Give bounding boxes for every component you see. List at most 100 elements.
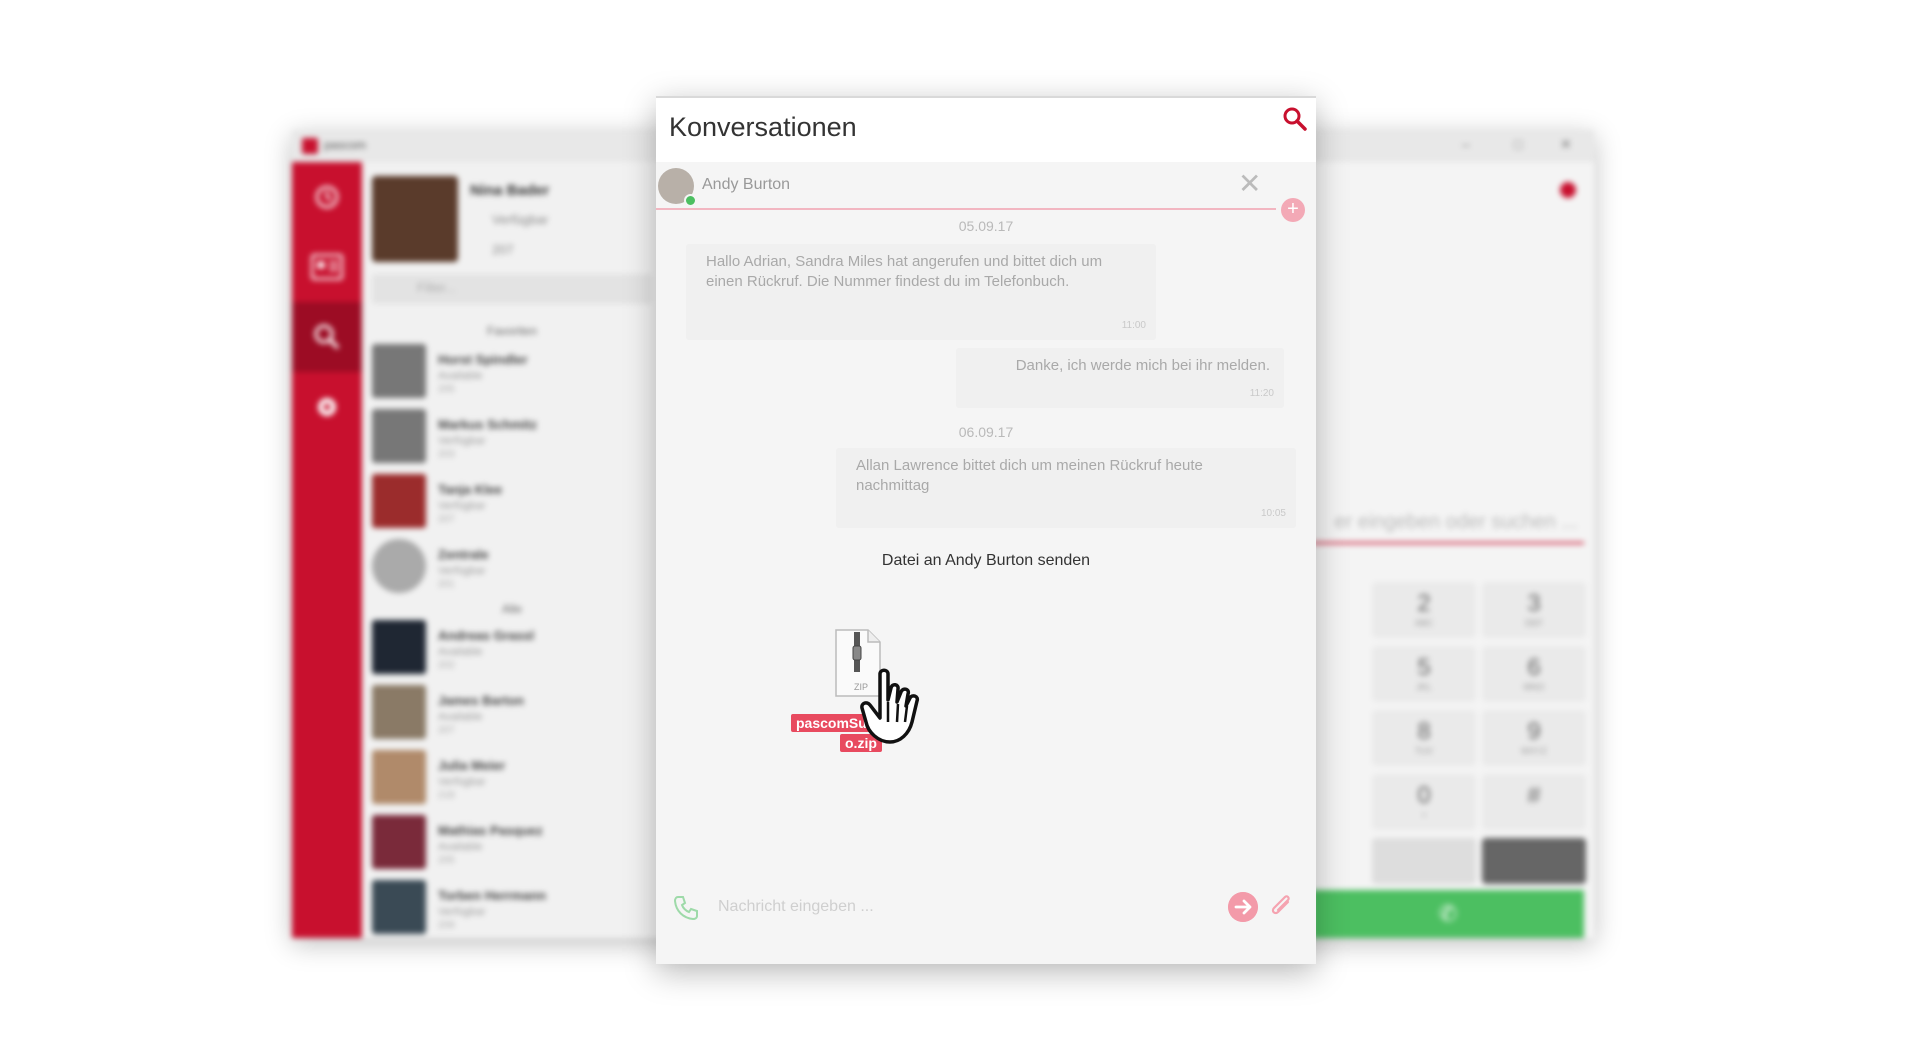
key-letters: ABC [1414, 618, 1434, 628]
avatar [372, 685, 426, 739]
contact-ext: 207 [438, 514, 455, 525]
contact-name: Julia Meier [438, 758, 506, 773]
contact-status: Verfügbar [438, 435, 486, 447]
dialer-input[interactable]: er eingeben oder suchen ... [1312, 502, 1584, 544]
dial-key-6[interactable]: 6 MNO [1482, 646, 1586, 702]
key-letters: JKL [1416, 682, 1432, 692]
profile-name: Nina Bader [470, 182, 550, 199]
key-letters: WXYZ [1521, 746, 1547, 756]
contact-item[interactable]: Julia Meier Verfügbar 218 [372, 750, 652, 808]
avatar [372, 750, 426, 804]
key-digit: 9 [1527, 718, 1541, 745]
dial-key-8[interactable]: 8 TUV [1372, 710, 1476, 766]
dial-key-hash[interactable]: # [1482, 774, 1586, 830]
close-icon[interactable]: ✕ [1238, 170, 1261, 198]
rail-search-button[interactable] [292, 302, 362, 372]
contact-item[interactable]: Mathias Pasquez Available 205 [372, 815, 652, 873]
contact-ext: 205 [438, 384, 455, 395]
contact-name: Zentrale [438, 547, 489, 562]
dialer-action-button[interactable] [1372, 838, 1476, 884]
key-digit: 8 [1417, 718, 1431, 745]
contact-item[interactable]: Horst Spindler Available 205 [372, 344, 652, 402]
dial-key-2[interactable]: 2 ABC [1372, 582, 1476, 638]
contact-item[interactable]: Torben Herrmann Verfügbar 209 [372, 880, 652, 938]
date-separator: 06.09.17 [958, 424, 1014, 440]
contact-status: Verfügbar [438, 500, 486, 512]
message-time: 11:20 [1249, 388, 1274, 399]
minimize-button[interactable]: – [1462, 136, 1470, 152]
contact-ext: 207 [438, 725, 455, 736]
contact-name: Markus Schmitz [438, 417, 537, 432]
dial-key-0[interactable]: 0 + [1372, 774, 1476, 830]
key-digit: 3 [1527, 590, 1541, 617]
contact-item[interactable]: Andreas Grassl Available 202 [372, 620, 652, 678]
contact-ext: 205 [438, 855, 455, 866]
contact-status: Verfügbar [438, 565, 486, 577]
dial-key-9[interactable]: 9 WXYZ [1482, 710, 1586, 766]
filter-input[interactable] [372, 274, 652, 304]
conversation-header: Konversationen [656, 98, 1316, 162]
date-separator: 05.09.17 [958, 218, 1014, 234]
avatar [372, 620, 426, 674]
profile-photo [372, 176, 458, 262]
contact-item[interactable]: Tanja Klee Verfügbar 207 [372, 474, 652, 532]
avatar [372, 880, 426, 934]
message-text: Danke, ich werde mich bei ihr melden. [1015, 357, 1270, 374]
contact-item[interactable]: Markus Schmitz Verfügbar 203 [372, 409, 652, 467]
contact-item[interactable]: Zentrale Verfügbar 201 [372, 539, 652, 597]
avatar [372, 539, 426, 593]
contacts-panel: Nina Bader Verfügbar 207 Filter... Favor… [362, 162, 662, 938]
key-digit: 0 [1417, 782, 1431, 809]
call-button[interactable]: ✆ [1312, 890, 1584, 938]
contact-status: Available [438, 370, 483, 382]
message-bubble: Hallo Adrian, Sandra Miles hat angerufen… [686, 244, 1156, 340]
favorites-label: Favoriten [486, 324, 538, 338]
contact-item[interactable]: James Barton Available 207 [372, 685, 652, 743]
contact-ext: 218 [438, 790, 455, 801]
phone-icon[interactable] [672, 894, 700, 922]
key-letters: + [1421, 810, 1427, 820]
settings-dot-icon[interactable] [1560, 182, 1576, 198]
video-call-button[interactable] [1482, 838, 1586, 884]
contact-name: Tanja Klee [438, 482, 503, 497]
key-letters: TUV [1415, 746, 1433, 756]
close-window-button[interactable]: ✕ [1560, 136, 1572, 153]
key-letters: DEF [1525, 618, 1543, 628]
rail-settings-button[interactable] [292, 372, 362, 442]
key-digit: # [1527, 782, 1541, 809]
message-text: Allan Lawrence bittet dich um meinen Rüc… [856, 457, 1203, 494]
message-bubble: Allan Lawrence bittet dich um meinen Rüc… [836, 448, 1296, 528]
dial-key-5[interactable]: 5 JKL [1372, 646, 1476, 702]
message-composer [656, 878, 1316, 938]
key-digit: 2 [1417, 590, 1431, 617]
rail-contacts-button[interactable] [292, 232, 362, 302]
maximize-button[interactable]: □ [1514, 136, 1522, 152]
contact-status: Available [438, 841, 483, 853]
conversation-panel: Konversationen Andy Burton ✕ + 05.09.17 … [656, 96, 1316, 964]
message-input[interactable] [716, 886, 1190, 928]
attachment-icon[interactable] [1266, 890, 1296, 922]
message-bubble: Danke, ich werde mich bei ihr melden. 11… [956, 348, 1284, 408]
contact-status: Verfügbar [438, 906, 486, 918]
rail-history-button[interactable] [292, 162, 362, 232]
left-rail [292, 162, 362, 938]
app-title: pascom [324, 138, 367, 152]
contact-name: Torben Herrmann [438, 888, 547, 903]
contact-name: James Barton [438, 693, 524, 708]
key-digit: 5 [1417, 654, 1431, 681]
history-icon [315, 185, 339, 209]
hand-cursor-icon [860, 668, 920, 744]
profile-status[interactable]: Verfügbar [492, 212, 548, 227]
filter-placeholder: Filter... [417, 280, 457, 295]
dial-key-3[interactable]: 3 DEF [1482, 582, 1586, 638]
all-label: Alle [501, 602, 522, 616]
contact-status: Available [438, 646, 483, 658]
settings-icon [318, 398, 336, 416]
avatar [372, 474, 426, 528]
avatar [372, 344, 426, 398]
contact-status: Available [438, 711, 483, 723]
send-button[interactable] [1228, 892, 1258, 922]
dialer-panel: er eingeben oder suchen ... 2 ABC 3 DEF 5J… [1312, 162, 1594, 938]
contacts-icon [310, 253, 344, 281]
search-icon[interactable] [1282, 106, 1308, 132]
